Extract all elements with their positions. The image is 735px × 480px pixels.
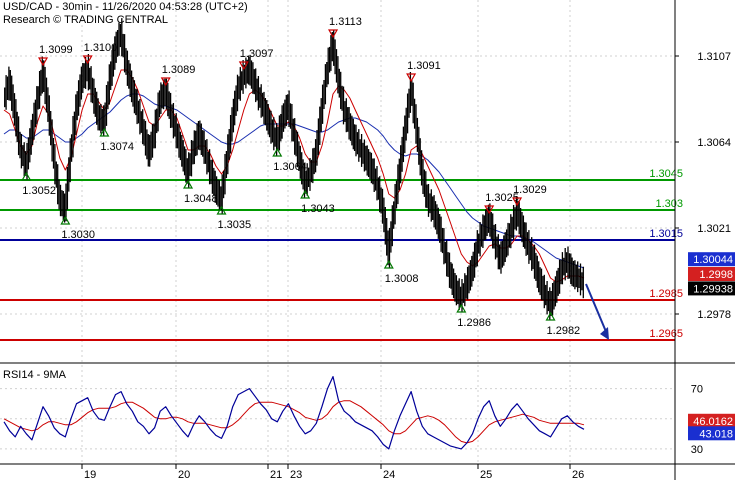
high-label: 1.3100	[84, 42, 118, 54]
x-tick-label: 21	[270, 469, 282, 480]
rsi-y-tick-label: 70	[691, 384, 703, 396]
level-label: 1.2965	[649, 328, 683, 340]
x-tick-label: 19	[84, 469, 96, 480]
rsi-tag-label: 46.0162	[693, 416, 733, 428]
low-label: 1.3043	[301, 203, 335, 215]
price-y-tick-label: 1.2978	[697, 309, 731, 321]
high-label: 1.3029	[513, 184, 547, 196]
x-tick-label: 26	[572, 469, 584, 480]
price-tag-label: 1.29938	[693, 283, 733, 295]
x-tick-label: 24	[383, 469, 395, 480]
rsi-y-tick-label: 30	[691, 444, 703, 456]
low-label: 1.2982	[547, 325, 581, 337]
high-label: 1.3089	[162, 64, 196, 76]
price-y-tick-label: 1.3021	[697, 223, 731, 235]
price-y-tick-label: 1.3064	[697, 137, 731, 149]
low-label: 1.3030	[61, 229, 95, 241]
low-label: 1.3008	[385, 273, 419, 285]
level-label: 1.2985	[649, 288, 683, 300]
high-label: 1.3113	[329, 16, 362, 28]
chart: 1.3045 1.303 1.3015 1.2985 1.2965 1.3099 1.31…	[0, 0, 735, 480]
low-label: 1.2986	[457, 317, 491, 329]
x-tick-label: 20	[178, 469, 190, 480]
chart-title: USD/CAD - 30min - 11/26/2020 04:53:28 (U…	[3, 1, 248, 13]
low-label: 1.3074	[100, 141, 134, 153]
chart-subtitle: Research © TRADING CENTRAL	[3, 14, 168, 26]
price-tag-label: 1.30044	[693, 254, 733, 266]
rsi-tag-label: 43.018	[699, 428, 733, 440]
level-label: 1.3045	[649, 168, 683, 180]
low-label: 1.3035	[218, 219, 252, 231]
rsi-title: RSI14 - 9MA	[3, 369, 67, 381]
price-tag-label: 1.2998	[699, 269, 733, 281]
x-tick-label: 23	[290, 469, 302, 480]
level-label: 1.3015	[649, 228, 683, 240]
low-label: 1.3052	[22, 185, 56, 197]
low-label: 1.3048	[184, 193, 218, 205]
low-label: 1.3064	[273, 161, 307, 173]
high-label: 1.3091	[407, 60, 441, 72]
x-tick-label: 25	[480, 469, 492, 480]
high-label: 1.3099	[39, 44, 73, 56]
price-y-tick-label: 1.3107	[697, 51, 731, 63]
level-label: 1.303	[655, 198, 683, 210]
high-label: 1.3097	[240, 48, 274, 60]
